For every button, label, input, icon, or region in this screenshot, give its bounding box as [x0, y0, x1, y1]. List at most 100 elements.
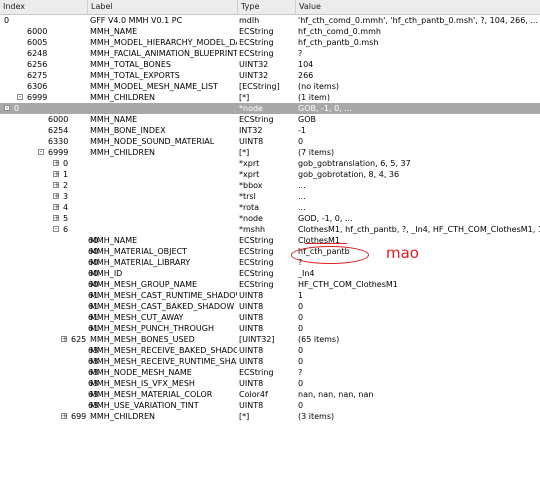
- tree-row[interactable]: 630MMH_MESH_RECEIVE_RUNTIME_SHADOWUINT80: [0, 356, 540, 367]
- expand-toggle[interactable]: +: [61, 413, 68, 420]
- column-header-label[interactable]: Label: [88, 0, 238, 14]
- expand-toggle[interactable]: +: [53, 182, 60, 189]
- row-index: 625: [71, 335, 87, 344]
- collapse-toggle[interactable]: -: [4, 105, 10, 112]
- row-index: 1: [63, 170, 69, 179]
- tree-row[interactable]: 617MMH_MESH_CAST_RUNTIME_SHADOWUINT81: [0, 290, 540, 301]
- tree-row[interactable]: +625 MMH_MESH_BONES_USED [UINT32] (65 items…: [0, 334, 540, 345]
- tree-row[interactable]: +4 *rota...: [0, 202, 540, 213]
- row-type: *mshh: [239, 225, 266, 234]
- row-value: 0: [298, 137, 304, 146]
- expand-toggle[interactable]: +: [53, 215, 60, 222]
- row-label: MMH_MODEL_HIERARCHY_MODEL_DATA: [90, 38, 237, 47]
- tree-row[interactable]: +3 *trsl...: [0, 191, 540, 202]
- row-label: MMH_MESH_RECEIVE_RUNTIME_SHADOW: [90, 357, 237, 366]
- row-index: 6248: [27, 49, 48, 58]
- collapse-toggle[interactable]: -: [38, 149, 44, 156]
- tree-row[interactable]: 633MMH_MESH_IS_VFX_MESHUINT80: [0, 378, 540, 389]
- tree-row[interactable]: 6330 MMH_NODE_SOUND_MATERIAL UINT8 0: [0, 136, 540, 147]
- row-index: 6330: [48, 137, 69, 146]
- row-label: MMH_NODE_SOUND_MATERIAL: [90, 137, 215, 146]
- row-label: [90, 224, 237, 235]
- row-value: 'hf_cth_comd_0.mmh', 'hf_cth_pantb_0.msh…: [298, 16, 539, 25]
- tree-row[interactable]: 6248 MMH_FACIAL_ANIMATION_BLUEPRINT_N ECSt…: [0, 48, 540, 59]
- collapse-toggle[interactable]: -: [17, 94, 23, 101]
- row-label: MMH_NAME: [90, 27, 138, 36]
- tree-row[interactable]: -6999 MMH_CHILDREN [*] (1 item): [0, 92, 540, 103]
- row-index: 6256: [27, 60, 48, 69]
- tree-row[interactable]: +2 *bbox...: [0, 180, 540, 191]
- row-value: gob_gobtranslation, 6, 5, 37: [298, 159, 411, 168]
- tree-row[interactable]: +5 *node GOD, -1, 0, ...: [0, 213, 540, 224]
- row-value: GOB, -1, 0, ...: [298, 104, 352, 113]
- tree-row[interactable]: 630MMH_MESH_RECEIVE_BAKED_SHADOWUINT80: [0, 345, 540, 356]
- row-index: 6000: [27, 27, 48, 36]
- tree-row[interactable]: 617MMH_MESH_CAST_BAKED_SHADOWUINT80: [0, 301, 540, 312]
- row-index: 6306: [27, 82, 48, 91]
- tree-grid[interactable]: -0GFF V4.0 MMH V0.1 PCmdlh'hf_cth_comd_0…: [0, 15, 540, 422]
- expand-toggle[interactable]: +: [53, 171, 60, 178]
- tree-row[interactable]: 630MMH_NODE_MESH_NAMEECString?: [0, 367, 540, 378]
- tree-row[interactable]: 634MMH_USE_VARIATION_TINTUINT80: [0, 400, 540, 411]
- row-type: Color4f: [239, 390, 268, 399]
- tree-row[interactable]: 619MMH_MESH_PUNCH_THROUGHUINT80: [0, 323, 540, 334]
- row-label: MMH_CHILDREN: [90, 412, 155, 421]
- row-label: MMH_MATERIAL_OBJECT: [90, 247, 188, 256]
- tree-row[interactable]: 6256 MMH_TOTAL_BONES UINT32 104: [0, 59, 540, 70]
- tree-row[interactable]: 600MMH_MESH_GROUP_NAMEECStringHF_CTH_COM…: [0, 279, 540, 290]
- row-type: [UINT32]: [239, 335, 275, 344]
- row-type: ECString: [239, 247, 274, 256]
- tree-row[interactable]: 6000 MMH_NAME ECString hf_cth_comd_0.mmh: [0, 26, 540, 37]
- tree-row[interactable]: 6275 MMH_TOTAL_EXPORTS UINT32 266: [0, 70, 540, 81]
- column-header-type[interactable]: Type: [238, 0, 296, 14]
- tree-row[interactable]: +1 *xprt gob_gobrotation, 8, 4, 36: [0, 169, 540, 180]
- row-type: ECString: [239, 368, 274, 377]
- row-label: MMH_MATERIAL_LIBRARY: [90, 258, 191, 267]
- tree-row[interactable]: -0 *node GOB, -1, 0, ...: [0, 103, 540, 114]
- row-value: hf_cth_pantb_0.msh: [298, 38, 379, 47]
- tree-row[interactable]: +0 *xprt gob_gobtranslation, 6, 5, 37: [0, 158, 540, 169]
- row-index: 6275: [27, 71, 48, 80]
- row-label: [90, 158, 237, 169]
- tree-row[interactable]: 633MMH_MESH_MATERIAL_COLORColor4fnan, na…: [0, 389, 540, 400]
- row-type: ECString: [239, 269, 274, 278]
- tree-row[interactable]: 600MMH_MATERIAL_OBJECTECStringhf_cth_pan…: [0, 246, 540, 257]
- tree-row[interactable]: 619MMH_MESH_CUT_AWAYUINT80: [0, 312, 540, 323]
- row-value: (1 item): [298, 93, 330, 102]
- row-value: 1: [298, 291, 304, 300]
- tree-row[interactable]: 6000 MMH_NAME ECString GOB: [0, 114, 540, 125]
- row-type: *trsl: [239, 192, 256, 201]
- tree-row[interactable]: -6 *mshh ClothesM1, hf_cth_pantb, ?, _In4,…: [0, 224, 540, 235]
- tree-row[interactable]: 600MMH_MATERIAL_LIBRARYECString?: [0, 257, 540, 268]
- row-label: MMH_CHILDREN: [90, 93, 155, 102]
- row-index: 5: [63, 214, 69, 223]
- column-header-index[interactable]: Index: [0, 0, 88, 14]
- row-type: *xprt: [239, 159, 260, 168]
- tree-row[interactable]: -6999 MMH_CHILDREN [*] (7 items): [0, 147, 540, 158]
- row-value: ClothesM1: [298, 236, 340, 245]
- expand-toggle[interactable]: +: [61, 336, 68, 343]
- tree-row[interactable]: +699 MMH_CHILDREN [*] (3 items): [0, 411, 540, 422]
- annotation-strike: [305, 243, 347, 244]
- tree-row[interactable]: 600MMH_NAMEECStringClothesM1: [0, 235, 540, 246]
- row-label: MMH_CHILDREN: [90, 148, 155, 157]
- row-label: MMH_MESH_CAST_RUNTIME_SHADOW: [90, 291, 237, 300]
- tree-row[interactable]: 6254 MMH_BONE_INDEX INT32 -1: [0, 125, 540, 136]
- expand-toggle[interactable]: +: [53, 160, 60, 167]
- collapse-toggle[interactable]: -: [53, 226, 59, 233]
- row-value: 0: [298, 379, 304, 388]
- tree-row[interactable]: 600MMH_IDECString_In4: [0, 268, 540, 279]
- column-header-value[interactable]: Value: [296, 0, 540, 14]
- tree-row[interactable]: -0GFF V4.0 MMH V0.1 PCmdlh'hf_cth_comd_0…: [0, 15, 540, 26]
- row-index: 6: [63, 225, 69, 234]
- expand-toggle[interactable]: +: [53, 193, 60, 200]
- tree-row[interactable]: 6306 MMH_MODEL_MESH_NAME_LIST [ECString] (n…: [0, 81, 540, 92]
- tree-row[interactable]: 6005 MMH_MODEL_HIERARCHY_MODEL_DATA ECStri…: [0, 37, 540, 48]
- row-type: *bbox: [239, 181, 263, 190]
- row-type: UINT8: [239, 379, 264, 388]
- row-type: UINT8: [239, 313, 264, 322]
- row-label: MMH_USE_VARIATION_TINT: [90, 401, 199, 410]
- row-index: 4: [63, 203, 69, 212]
- row-index: 6999: [27, 93, 48, 102]
- expand-toggle[interactable]: +: [53, 204, 60, 211]
